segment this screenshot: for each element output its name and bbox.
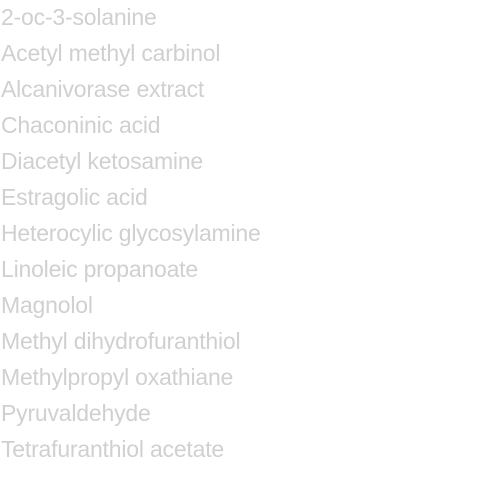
list-item[interactable]: Magnolol (0, 288, 494, 324)
list-item[interactable]: Pyruvaldehyde (0, 396, 494, 432)
list-item[interactable]: Acetyl methyl carbinol (0, 36, 494, 72)
list-item[interactable]: Tetrafuranthiol acetate (0, 432, 494, 468)
list-item[interactable]: Alcanivorase extract (0, 72, 494, 108)
list-item[interactable]: Linoleic propanoate (0, 252, 494, 288)
list-item[interactable]: Estragolic acid (0, 180, 494, 216)
list-item[interactable]: Heterocylic glycosylamine (0, 216, 494, 252)
list-item[interactable]: Methylpropyl oxathiane (0, 360, 494, 396)
list-item[interactable]: 2-oc-3-solanine (0, 0, 494, 36)
compound-list: 2-oc-3-solanine Acetyl methyl carbinol A… (0, 0, 494, 468)
list-item[interactable]: Diacetyl ketosamine (0, 144, 494, 180)
list-item[interactable]: Chaconinic acid (0, 108, 494, 144)
list-item[interactable]: Methyl dihydrofuranthiol (0, 324, 494, 360)
